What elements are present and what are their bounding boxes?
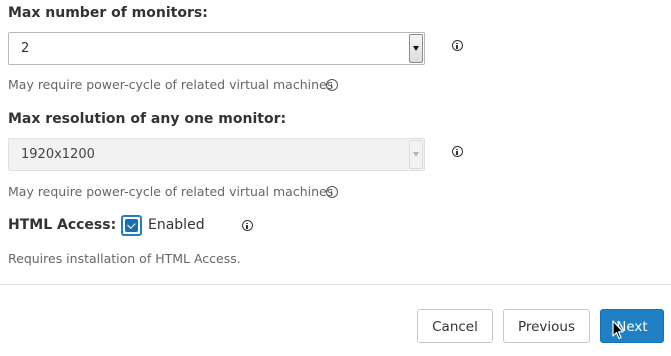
max-resolution-select[interactable]: 1920x1200: [8, 138, 425, 171]
info-icon[interactable]: [326, 186, 338, 198]
info-icon[interactable]: [326, 79, 338, 91]
chevron-down-icon[interactable]: [409, 34, 423, 63]
previous-button[interactable]: Previous: [503, 309, 590, 343]
max-resolution-label: Max resolution of any one monitor:: [8, 111, 287, 127]
max-monitors-select[interactable]: 2: [8, 32, 425, 65]
info-icon[interactable]: [452, 40, 463, 51]
cancel-button[interactable]: Cancel: [417, 309, 493, 343]
html-access-hint: Requires installation of HTML Access.: [8, 251, 241, 266]
footer-divider: [0, 284, 671, 285]
max-monitors-value: 2: [21, 41, 30, 56]
max-resolution-value: 1920x1200: [21, 147, 95, 162]
html-access-label: HTML Access:: [8, 217, 117, 233]
chevron-down-icon: [409, 140, 423, 169]
info-icon[interactable]: [452, 146, 463, 157]
next-button[interactable]: Next: [600, 309, 664, 343]
max-monitors-hint: May require power-cycle of related virtu…: [8, 77, 333, 92]
max-resolution-hint: May require power-cycle of related virtu…: [8, 184, 333, 199]
html-access-enabled-label[interactable]: Enabled: [148, 217, 205, 233]
checkmark-icon: [125, 219, 138, 232]
display-settings-panel: Max number of monitors: 2 May require po…: [0, 0, 671, 356]
max-resolution-hint-text: May require power-cycle of related virtu…: [8, 184, 334, 199]
max-monitors-label: Max number of monitors:: [8, 5, 208, 21]
max-monitors-hint-text: May require power-cycle of related virtu…: [8, 77, 334, 92]
mouse-cursor-icon: [612, 320, 624, 340]
info-icon[interactable]: [242, 220, 253, 231]
html-access-checkbox[interactable]: [121, 215, 142, 236]
